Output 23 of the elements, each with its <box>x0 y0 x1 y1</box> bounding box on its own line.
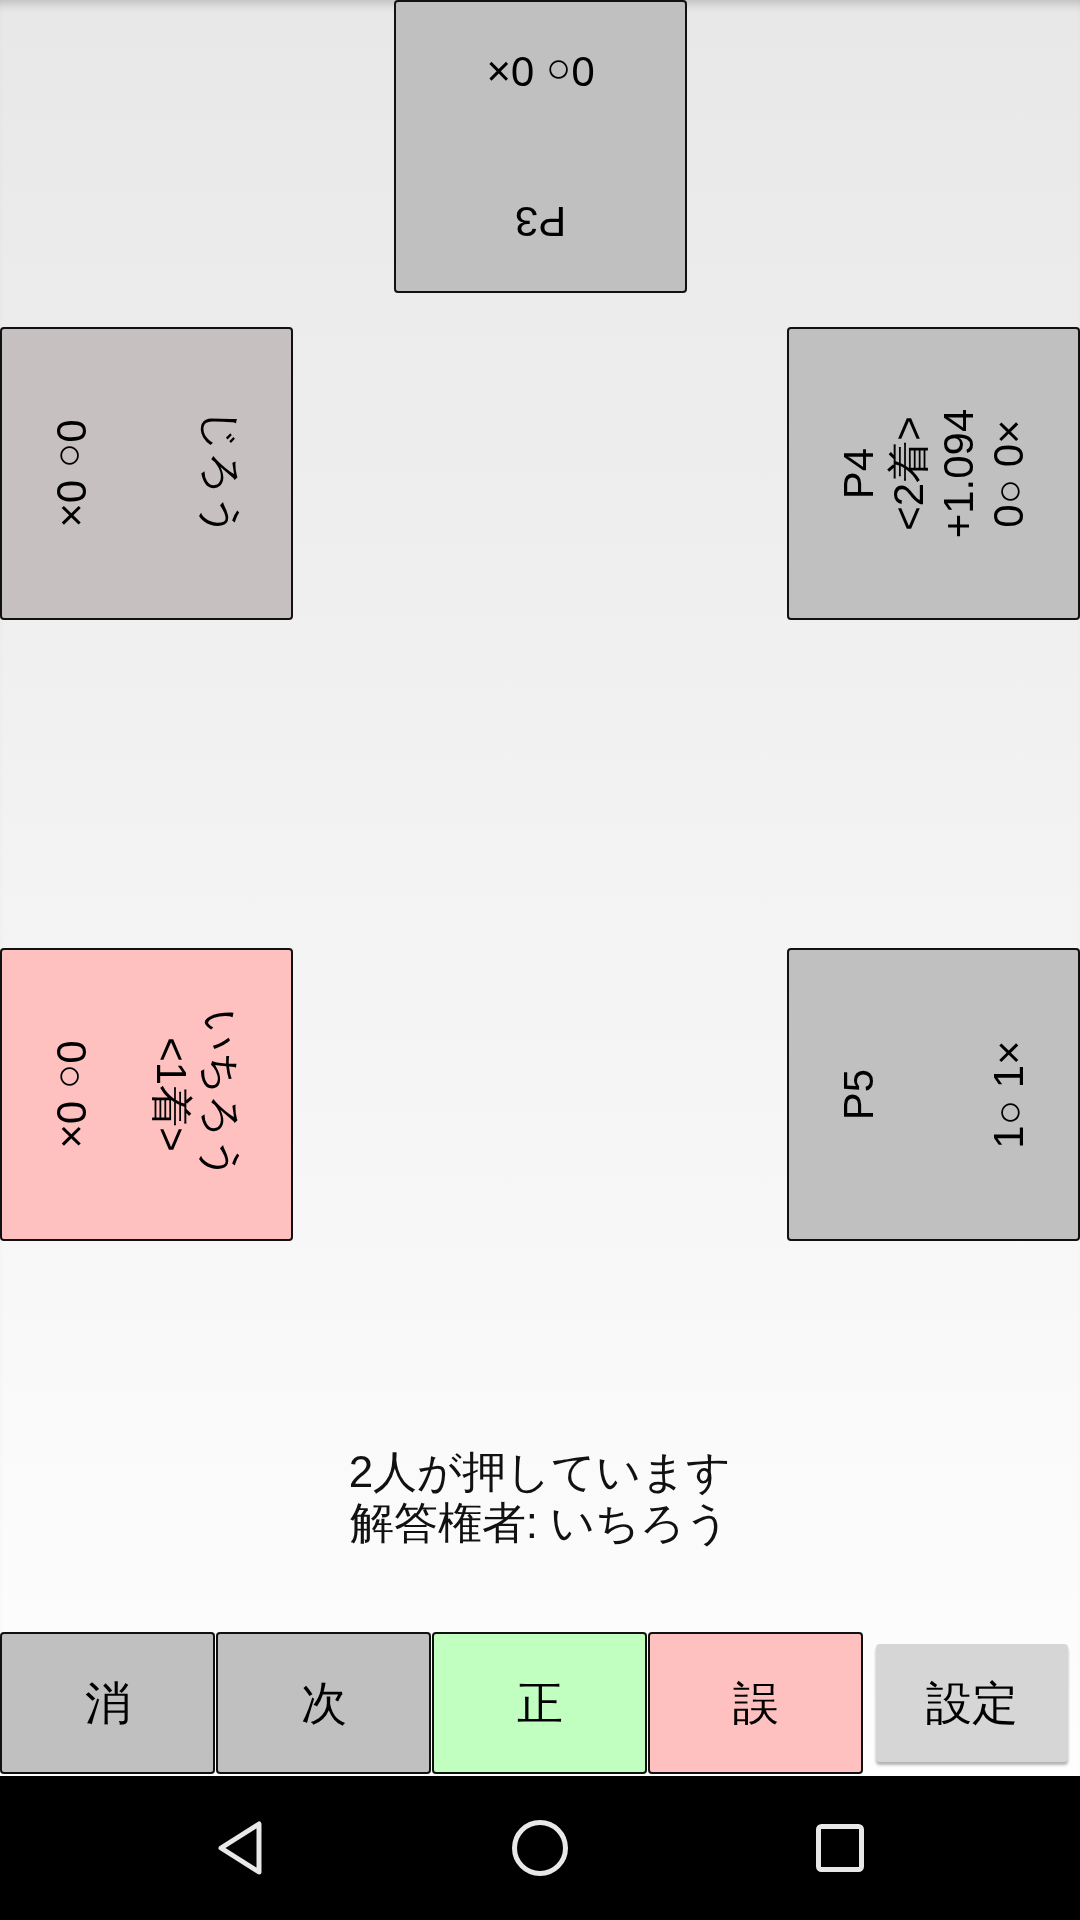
correct-button[interactable]: 正 <box>432 1632 647 1774</box>
player-name: P3 <box>514 197 566 247</box>
score-text: 0○ 0× <box>983 419 1033 528</box>
answerer-text: 解答権者: いちろう <box>349 1497 731 1548</box>
rank-text: <1着> <box>147 1037 197 1152</box>
home-icon[interactable] <box>512 1820 568 1876</box>
player-name: いちろう <box>197 1008 247 1181</box>
rank-text: <2着> <box>883 416 933 531</box>
time-text: +1.094 <box>933 408 983 539</box>
next-button[interactable]: 次 <box>216 1632 431 1774</box>
score-text: 0○ 0× <box>47 419 97 528</box>
score-text: 1○ 1× <box>983 1040 1033 1149</box>
score-text: 0○ 0× <box>485 47 595 97</box>
score-text: 0○ 0× <box>47 1040 97 1149</box>
wrong-button[interactable]: 誤 <box>648 1632 863 1774</box>
player-name: P5 <box>833 1068 883 1121</box>
clear-button[interactable]: 消 <box>0 1632 215 1774</box>
back-icon[interactable] <box>217 1820 263 1876</box>
recent-apps-icon[interactable] <box>816 1824 864 1872</box>
player-name: P4 <box>833 447 883 500</box>
buzz-count-text: 2人が押しています <box>348 1446 732 1497</box>
settings-button[interactable]: 設定 <box>876 1644 1068 1762</box>
player-name: じろう <box>197 409 247 538</box>
